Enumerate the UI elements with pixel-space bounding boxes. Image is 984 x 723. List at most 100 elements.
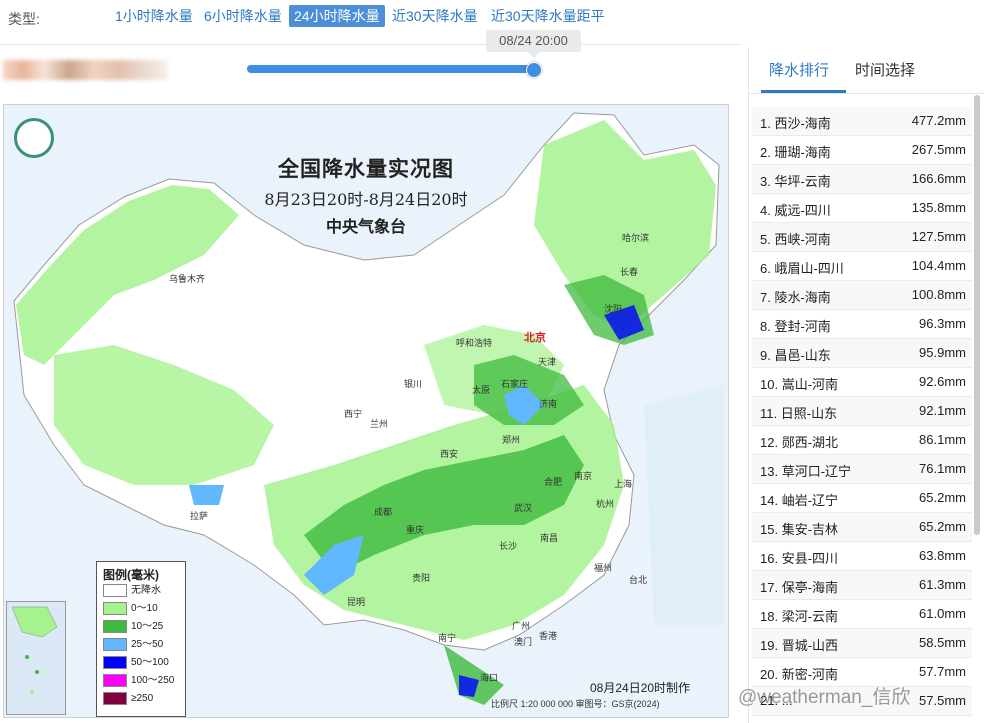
- ranking-row[interactable]: 18. 梁河-云南 61.0mm: [752, 600, 972, 629]
- watermark: @weatherman_信欣: [738, 687, 911, 708]
- legend-item: 10～25: [103, 620, 163, 633]
- station-name: 新密-河南: [781, 667, 839, 682]
- ranking-row[interactable]: 17. 保亭-海南 61.3mm: [752, 571, 972, 600]
- precip-value: 166.6mm: [911, 171, 966, 186]
- station-name: 郧西-湖北: [781, 435, 839, 450]
- legend-title: 图例(毫米): [103, 568, 159, 582]
- legend-item: 50～100: [103, 656, 169, 669]
- city-label: 兰州: [370, 419, 389, 429]
- station-label: 18. 梁河-云南: [760, 606, 838, 625]
- city-label: 济南: [539, 399, 558, 409]
- city-label: 广州: [512, 621, 531, 631]
- tab-30d-precip[interactable]: 近30天降水量: [387, 5, 483, 27]
- ranking-row[interactable]: 13. 草河口-辽宁 76.1mm: [752, 455, 972, 484]
- city-label: 昆明: [347, 597, 366, 607]
- ranking-row[interactable]: 10. 嵩山-河南 92.6mm: [752, 368, 972, 397]
- rank-number: 11.: [760, 406, 778, 421]
- station-label: 15. 集安-吉林: [760, 519, 838, 538]
- map-title: 全国降水量实况图: [278, 156, 454, 181]
- city-label: 长春: [620, 267, 639, 277]
- ranking-row[interactable]: 14. 岫岩-辽宁 65.2mm: [752, 484, 972, 513]
- type-bar: 类型: 1小时降水量 6小时降水量 24小时降水量 近30天降水量 近30天降水…: [0, 0, 984, 34]
- city-label: 台北: [629, 575, 648, 585]
- station-name: 华坪-云南: [774, 174, 831, 189]
- ranking-row[interactable]: 4. 威远-四川 135.8mm: [752, 194, 972, 223]
- station-label: 14. 岫岩-辽宁: [760, 490, 838, 509]
- tab-time-selection[interactable]: 时间选择: [855, 59, 915, 80]
- station-label: 5. 西峡-河南: [760, 229, 831, 248]
- ranking-row[interactable]: 8. 登封-河南 96.3mm: [752, 310, 972, 339]
- divider: [0, 44, 740, 45]
- scale-text: 比例尺 1:20 000 000 审图号：GS京(2024): [491, 699, 660, 709]
- precip-value: 92.1mm: [919, 403, 966, 418]
- ranking-row[interactable]: 7. 陵水-海南 100.8mm: [752, 281, 972, 310]
- tab-30d-anomaly[interactable]: 近30天降水量距平: [486, 5, 610, 27]
- station-label: 7. 陵水-海南: [760, 287, 831, 306]
- ranking-row[interactable]: 16. 安县-四川 63.8mm: [752, 542, 972, 571]
- precip-value: 92.6mm: [919, 374, 966, 389]
- ranking-row[interactable]: 3. 华坪-云南 166.6mm: [752, 165, 972, 194]
- station-name: 安县-四川: [781, 551, 839, 566]
- ranking-row[interactable]: 15. 集安-吉林 65.2mm: [752, 513, 972, 542]
- tab-24h-precip[interactable]: 24小时降水量: [289, 5, 385, 27]
- ranking-row[interactable]: 6. 峨眉山-四川 104.4mm: [752, 252, 972, 281]
- precip-map: 全国降水量实况图 8月23日20时-8月24日20时 中央气象台 哈尔滨 长春 …: [3, 104, 729, 718]
- ranking-row[interactable]: 12. 郧西-湖北 86.1mm: [752, 426, 972, 455]
- city-label: 西安: [440, 449, 459, 459]
- city-label: 拉萨: [190, 511, 209, 521]
- station-name: 日照-山东: [780, 406, 838, 421]
- ranking-row[interactable]: 19. 晋城-山西 58.5mm: [752, 629, 972, 658]
- tab-6h-precip[interactable]: 6小时降水量: [199, 5, 287, 27]
- station-label: 10. 嵩山-河南: [760, 374, 838, 393]
- time-slider-track[interactable]: [247, 65, 534, 73]
- city-label: 郑州: [502, 435, 521, 445]
- south-china-sea-inset: [6, 601, 66, 715]
- station-name: 保亭-海南: [781, 580, 839, 595]
- ranking-row[interactable]: 5. 西峡-河南 127.5mm: [752, 223, 972, 252]
- city-label: 澳门: [514, 637, 533, 647]
- station-label: 19. 晋城-山西: [760, 635, 838, 654]
- logo-icon: [14, 118, 54, 158]
- precip-value: 86.1mm: [919, 432, 966, 447]
- city-label: 天津: [538, 357, 557, 367]
- tab-1h-precip[interactable]: 1小时降水量: [110, 5, 198, 27]
- rank-number: 14.: [760, 493, 779, 508]
- station-name: 岫岩-辽宁: [781, 493, 839, 508]
- ranking-row[interactable]: 1. 西沙-海南 477.2mm: [752, 107, 972, 136]
- precip-value: 100.8mm: [911, 287, 966, 302]
- city-label: 重庆: [406, 525, 425, 535]
- ranking-row[interactable]: 11. 日照-山东 92.1mm: [752, 397, 972, 426]
- rank-number: 19.: [760, 638, 779, 653]
- station-name: 西峡-河南: [774, 232, 831, 247]
- city-label: 沈阳: [604, 304, 623, 314]
- ranking-list: 1. 西沙-海南 477.2mm 2. 珊瑚-海南 267.5mm 3. 华坪-云南 16…: [752, 107, 972, 716]
- ranking-row[interactable]: 2. 珊瑚-海南 267.5mm: [752, 136, 972, 165]
- city-label: 南昌: [540, 533, 559, 543]
- scrollbar[interactable]: [974, 95, 980, 535]
- city-label: 太原: [472, 385, 491, 395]
- rank-number: 2.: [760, 145, 771, 160]
- city-label: 哈尔滨: [622, 233, 650, 243]
- station-name: 集安-吉林: [781, 522, 839, 537]
- rank-number: 20.: [760, 667, 779, 682]
- rank-number: 4.: [760, 203, 771, 218]
- city-label: 西宁: [344, 409, 363, 419]
- city-label: 石家庄: [501, 379, 529, 389]
- precip-value: 104.4mm: [911, 258, 966, 273]
- ranking-row[interactable]: 9. 昌邑-山东 95.9mm: [752, 339, 972, 368]
- time-slider-handle[interactable]: [526, 62, 542, 78]
- legend-item: 0～10: [103, 602, 158, 615]
- tab-precip-ranking[interactable]: 降水排行: [769, 59, 829, 80]
- station-label: 1. 西沙-海南: [760, 113, 831, 132]
- legend-item: 100～250: [103, 674, 174, 687]
- legend-item: ≥250: [103, 692, 153, 705]
- city-label: 香港: [539, 631, 558, 641]
- precip-value: 61.0mm: [919, 606, 966, 621]
- station-label: 9. 昌邑-山东: [760, 345, 831, 364]
- station-label: 20. 新密-河南: [760, 664, 838, 683]
- precip-value: 76.1mm: [919, 461, 966, 476]
- station-label: 11. 日照-山东: [760, 403, 837, 422]
- divider: [749, 93, 984, 94]
- rank-number: 15.: [760, 522, 779, 537]
- station-name: 昌邑-山东: [774, 348, 831, 363]
